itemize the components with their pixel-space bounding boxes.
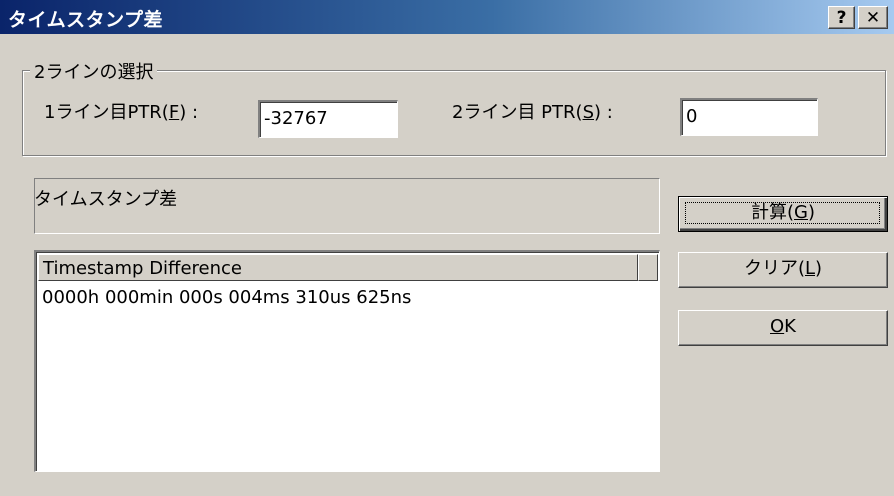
window-title: タイムスタンプ差 xyxy=(8,9,164,31)
result-label: タイムスタンプ差 xyxy=(34,189,178,210)
clear-button[interactable]: クリア(L) xyxy=(678,252,888,288)
help-button[interactable]: ? xyxy=(828,6,855,29)
line2-ptr-input[interactable]: 0 xyxy=(680,98,818,136)
line1-ptr-label: 1ライン目PTR(F) : xyxy=(44,102,199,123)
column-header-timestamp[interactable]: Timestamp Difference xyxy=(38,254,638,281)
title-bar: タイムスタンプ差 ? ✕ xyxy=(0,0,894,34)
calculate-button[interactable]: 計算(G) xyxy=(678,196,888,232)
close-button[interactable]: ✕ xyxy=(858,6,888,29)
line1-ptr-input[interactable]: -32767 xyxy=(258,100,398,138)
list-item[interactable]: 0000h 000min 000s 004ms 310us 625ns xyxy=(42,287,411,308)
group-legend: 2ラインの選択 xyxy=(30,58,158,84)
ok-button[interactable]: OK xyxy=(678,310,888,346)
timestamp-list[interactable]: Timestamp Difference 0000h 000min 000s 0… xyxy=(34,250,660,472)
close-icon: ✕ xyxy=(865,8,881,28)
help-icon: ? xyxy=(836,8,847,28)
column-header-empty[interactable] xyxy=(638,254,658,281)
focus-rect xyxy=(685,202,880,224)
line2-ptr-label: 2ライン目 PTR(S) : xyxy=(452,102,613,123)
